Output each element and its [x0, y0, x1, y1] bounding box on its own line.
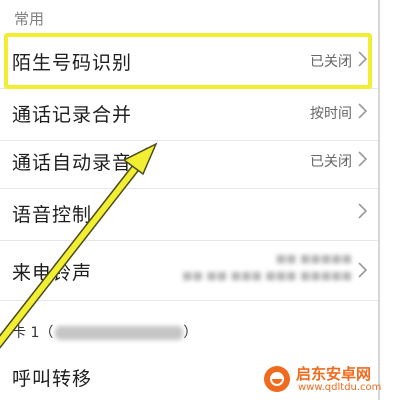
- phone-settings-screen: 常用 陌生号码识别 已关闭 通话记录合并 按时间 通话自动录音 已关闭 语音控制…: [0, 0, 400, 400]
- setting-value: 已关闭: [310, 154, 352, 170]
- chevron-right-icon: [358, 151, 368, 167]
- setting-label: 通话自动录音: [12, 152, 133, 174]
- watermark-logo-icon: [264, 366, 290, 392]
- screen-edge: [378, 0, 380, 400]
- chevron-right-icon: [358, 203, 368, 219]
- watermark-url: www.qdltdu.com: [298, 382, 382, 393]
- sim-close-paren: ）: [183, 325, 198, 341]
- sim-1-label: 卡 1（: [12, 325, 54, 341]
- sim-number-blurred: [55, 326, 184, 340]
- setting-value: 按时间: [310, 106, 352, 122]
- setting-label: 呼叫转移: [12, 368, 93, 390]
- highlight-box: [4, 33, 372, 89]
- chevron-right-icon: [358, 103, 368, 119]
- section-header-common: 常用: [14, 10, 45, 28]
- setting-row-call-log-merge[interactable]: 通话记录合并 按时间: [0, 88, 378, 141]
- setting-label: 来电铃声: [12, 262, 93, 284]
- sim-1-header: 卡 1（ ）: [12, 322, 197, 342]
- setting-row-ringtone[interactable]: 来电铃声 ■■ ■■■■■ ■■ ■■ ■■■ ■■■ ■■■■■: [0, 242, 378, 301]
- setting-label: 语音控制: [12, 204, 93, 226]
- watermark: 启东安卓网 www.qdltdu.com: [262, 362, 392, 396]
- setting-row-auto-record[interactable]: 通话自动录音 已关闭: [0, 136, 378, 189]
- ringtone-values-blurred: ■■ ■■■■■ ■■ ■■ ■■■ ■■■ ■■■■■: [182, 252, 352, 282]
- chevron-right-icon: [358, 262, 368, 278]
- setting-label: 通话记录合并: [12, 104, 133, 126]
- setting-row-voice-control[interactable]: 语音控制: [0, 188, 378, 241]
- watermark-name: 启东安卓网: [296, 365, 372, 383]
